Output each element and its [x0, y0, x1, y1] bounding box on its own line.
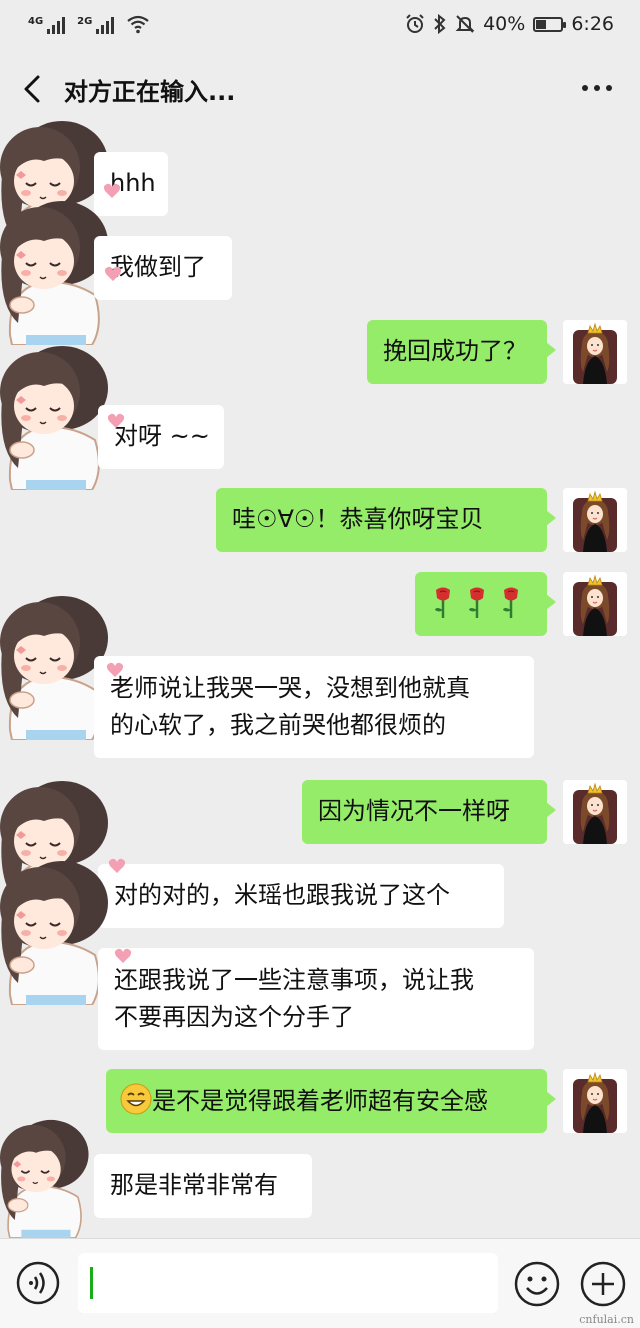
avatar[interactable] — [563, 320, 627, 384]
more-dots-icon[interactable] — [582, 85, 612, 91]
chat-title: 对方正在输入... — [64, 78, 236, 106]
message-bubble[interactable]: 对的对的，米瑶也跟我说了这个 — [98, 864, 504, 928]
watermark: cnfulai.cn — [579, 1313, 634, 1326]
plus-icon[interactable] — [580, 1261, 626, 1307]
message-text: 对的对的，米瑶也跟我说了这个 — [114, 881, 450, 909]
message-text: 是不是觉得跟着老师超有安全感 — [152, 1087, 488, 1115]
heart-icon — [104, 266, 122, 281]
network-type-2: 2G — [77, 16, 93, 27]
avatar[interactable] — [563, 1069, 627, 1133]
emoji-icon[interactable] — [514, 1261, 560, 1307]
message-text: 那是非常非常有 — [110, 1171, 278, 1199]
alarm-icon — [406, 14, 424, 33]
clock-time: 6:26 — [571, 13, 614, 35]
heart-icon — [103, 183, 121, 198]
mute-icon — [455, 15, 475, 33]
signal-icon: 4G — [28, 16, 66, 34]
message-text: 哇☉∀☉！恭喜你呀宝贝 — [232, 505, 484, 533]
message-text: 挽回成功了？ — [383, 337, 527, 365]
message-bubble[interactable]: 是不是觉得跟着老师超有安全感 — [106, 1069, 556, 1133]
battery-icon — [533, 16, 567, 32]
heart-icon — [114, 948, 132, 963]
avatar[interactable] — [0, 855, 112, 1005]
avatar[interactable] — [0, 340, 112, 490]
rose-icon — [435, 586, 520, 620]
avatar[interactable] — [563, 780, 627, 844]
message-bubble[interactable]: 那是非常非常有 — [94, 1154, 312, 1218]
message-bubble[interactable]: 因为情况不一样呀 — [302, 780, 556, 844]
message-text: 因为情况不一样呀 — [318, 797, 510, 825]
wifi-icon — [127, 15, 150, 34]
bluetooth-icon — [434, 14, 446, 34]
avatar[interactable] — [563, 488, 627, 552]
message-text: 对呀 ~~ — [114, 422, 210, 450]
message-text-line: 还跟我说了一些注意事项，说让我 — [114, 966, 474, 994]
text-caret — [90, 1267, 93, 1299]
heart-icon — [108, 858, 126, 873]
network-type-1: 4G — [28, 16, 44, 27]
heart-icon — [106, 662, 124, 677]
message-text: 我做到了 — [110, 253, 206, 281]
avatar[interactable] — [563, 572, 627, 636]
chevron-left-icon[interactable] — [18, 69, 52, 109]
input-bar: cnfulai.cn — [0, 1238, 640, 1328]
message-text-line: 老师说让我哭一哭，没想到他就真 — [110, 674, 470, 702]
message-bubble[interactable]: 挽回成功了？ — [367, 320, 556, 384]
voice-icon[interactable] — [16, 1261, 60, 1305]
message-text-line: 不要再因为这个分手了 — [114, 1003, 354, 1031]
status-bar: 4G 2G 40% 6:26 — [0, 0, 640, 52]
message-bubble[interactable]: 还跟我说了一些注意事项，说让我 不要再因为这个分手了 — [98, 948, 534, 1050]
signal-icon: 2G — [77, 16, 115, 34]
message-bubble[interactable]: 哇☉∀☉！恭喜你呀宝贝 — [216, 488, 556, 552]
grin-emoji-icon — [120, 1083, 152, 1115]
message-bubble[interactable]: 老师说让我哭一哭，没想到他就真 的心软了，我之前哭他都很烦的 — [94, 656, 534, 758]
message-bubble[interactable] — [415, 572, 556, 636]
heart-icon — [107, 413, 125, 428]
message-text-line: 的心软了，我之前哭他都很烦的 — [110, 711, 446, 739]
battery-percent: 40% — [483, 13, 526, 35]
message-input[interactable] — [78, 1253, 498, 1313]
